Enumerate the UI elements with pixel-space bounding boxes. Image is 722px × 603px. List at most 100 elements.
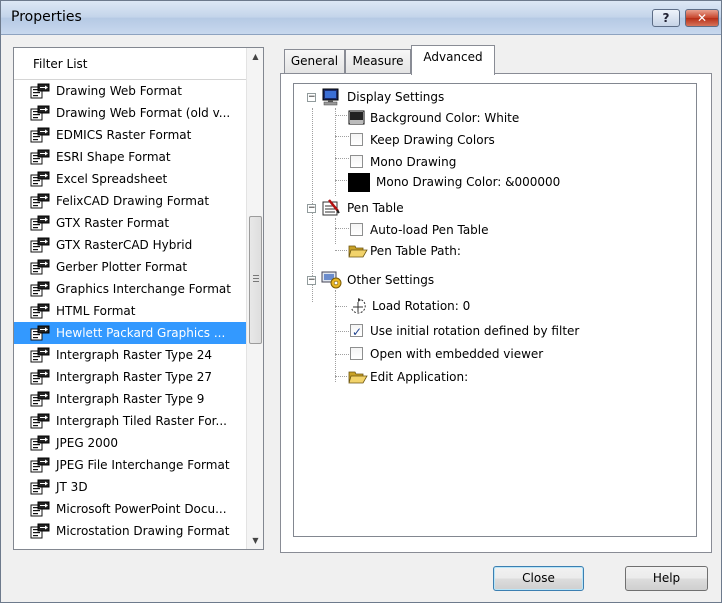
filter-list-item[interactable]: Intergraph Raster Type 27: [14, 366, 246, 388]
tree-node-pen-table[interactable]: − Pen Table: [294, 198, 674, 218]
filter-list-item-label: GTX Raster Format: [56, 216, 170, 230]
tree-item-mono-drawing-color[interactable]: Mono Drawing Color: &000000: [294, 172, 674, 192]
filter-list-item[interactable]: GTX Raster Format: [14, 212, 246, 234]
tab-measure[interactable]: Measure: [345, 49, 411, 74]
mono-drawing-label: Mono Drawing: [370, 155, 457, 169]
document-format-icon: [30, 391, 50, 407]
tree-item-load-rotation[interactable]: Load Rotation: 0: [294, 296, 674, 316]
filter-list-item[interactable]: FelixCAD Drawing Format: [14, 190, 246, 212]
filter-list-item[interactable]: HTML Format: [14, 300, 246, 322]
filter-list-item[interactable]: Hewlett Packard Graphics ...: [14, 322, 246, 344]
filter-list-item[interactable]: GTX RasterCAD Hybrid: [14, 234, 246, 256]
tree-item-background-color[interactable]: Background Color: White: [294, 108, 674, 128]
auto-load-pen-table-label: Auto-load Pen Table: [370, 223, 489, 237]
filter-list-item[interactable]: JPEG 2000: [14, 432, 246, 454]
document-format-icon: [30, 457, 50, 473]
close-icon-button[interactable]: ✕: [685, 9, 719, 27]
filter-list-item-label: Intergraph Tiled Raster For...: [56, 414, 227, 428]
filter-list-item[interactable]: Gerber Plotter Format: [14, 256, 246, 278]
document-format-icon: [30, 215, 50, 231]
filter-list-item[interactable]: Microsoft PowerPoint Docu...: [14, 498, 246, 520]
tab-advanced[interactable]: Advanced: [411, 45, 495, 75]
tree-item-open-embedded-viewer[interactable]: Open with embedded viewer: [294, 344, 674, 364]
properties-dialog: Properties ? ✕ Filter List Drawing Web F…: [0, 0, 722, 603]
filter-list-item-label: Microsoft PowerPoint Docu...: [56, 502, 227, 516]
filter-list-item[interactable]: ESRI Shape Format: [14, 146, 246, 168]
filter-list-item-label: EDMICS Raster Format: [56, 128, 192, 142]
document-format-icon: [30, 171, 50, 187]
tree-item-keep-drawing-colors[interactable]: Keep Drawing Colors: [294, 130, 674, 150]
help-icon-button[interactable]: ?: [652, 9, 680, 27]
tab-general[interactable]: General: [284, 49, 345, 74]
pen-table-path-label: Pen Table Path:: [370, 244, 461, 258]
collapse-icon[interactable]: −: [307, 276, 316, 285]
filter-list-item-label: JPEG File Interchange Format: [56, 458, 230, 472]
tree-item-auto-load-pen-table[interactable]: Auto-load Pen Table: [294, 220, 674, 240]
filter-list-item[interactable]: EDMICS Raster Format: [14, 124, 246, 146]
filter-list-item-label: Intergraph Raster Type 24: [56, 348, 213, 362]
filter-list-item-label: Gerber Plotter Format: [56, 260, 188, 274]
document-format-icon: [30, 83, 50, 99]
tree-node-display-settings[interactable]: − Display Settings: [294, 87, 674, 107]
tree-item-edit-application[interactable]: Edit Application:: [294, 367, 674, 387]
tree-node-other-settings[interactable]: − Other Settings: [294, 270, 674, 290]
document-format-icon: [30, 105, 50, 121]
filter-list-header[interactable]: Filter List: [14, 48, 246, 80]
document-format-icon: [30, 347, 50, 363]
collapse-icon[interactable]: −: [307, 93, 316, 102]
filter-list-item[interactable]: Drawing Web Format (old v...: [14, 102, 246, 124]
keep-drawing-colors-label: Keep Drawing Colors: [370, 133, 495, 147]
close-button[interactable]: Close: [493, 566, 584, 591]
document-format-icon: [30, 325, 50, 341]
filter-list-item[interactable]: Intergraph Raster Type 24: [14, 344, 246, 366]
document-format-icon: [30, 413, 50, 429]
filter-list-item[interactable]: JPEG File Interchange Format: [14, 454, 246, 476]
settings-tree: − Display Settings Background Color: Whi…: [293, 83, 697, 537]
filter-list-item-label: Microstation Drawing Format: [56, 524, 230, 538]
mono-color-swatch: [348, 173, 370, 192]
document-format-icon: [30, 369, 50, 385]
scroll-up-arrow-icon[interactable]: ▲: [247, 48, 263, 65]
auto-load-pen-table-checkbox[interactable]: [350, 223, 363, 236]
filter-list-item[interactable]: Drawing Web Format: [14, 80, 246, 102]
filter-list-item[interactable]: JT 3D: [14, 476, 246, 498]
help-button[interactable]: Help: [625, 566, 708, 591]
use-initial-rotation-checkbox[interactable]: [350, 322, 363, 342]
filter-list-item-label: Intergraph Raster Type 27: [56, 370, 213, 384]
load-rotation-label: Load Rotation: 0: [372, 299, 471, 313]
filter-list-item-label: ESRI Shape Format: [56, 150, 171, 164]
tree-item-use-initial-rotation[interactable]: Use initial rotation defined by filter: [294, 321, 674, 342]
tree-item-mono-drawing[interactable]: Mono Drawing: [294, 152, 674, 172]
document-format-icon: [30, 281, 50, 297]
tree-item-pen-table-path[interactable]: Pen Table Path:: [294, 241, 674, 261]
document-format-icon: [30, 523, 50, 539]
filter-list-item[interactable]: Intergraph Tiled Raster For...: [14, 410, 246, 432]
filter-list-item-label: Intergraph Raster Type 9: [56, 392, 205, 406]
mono-drawing-color-label: Mono Drawing Color: &000000: [376, 175, 561, 189]
document-format-icon: [30, 479, 50, 495]
filter-list-item-label: HTML Format: [56, 304, 136, 318]
filter-list-item[interactable]: Intergraph Raster Type 9: [14, 388, 246, 410]
open-embedded-viewer-checkbox[interactable]: [350, 347, 363, 360]
document-format-icon: [30, 259, 50, 275]
filter-list-item[interactable]: Excel Spreadsheet: [14, 168, 246, 190]
document-format-icon: [30, 435, 50, 451]
filter-list-item[interactable]: Microstation Drawing Format: [14, 520, 246, 542]
background-color-label: Background Color: White: [370, 111, 520, 125]
filter-list-item-label: Hewlett Packard Graphics ...: [56, 326, 226, 340]
collapse-icon[interactable]: −: [307, 204, 316, 213]
pen-table-label: Pen Table: [347, 201, 404, 215]
keep-drawing-colors-checkbox[interactable]: [350, 133, 363, 146]
document-format-icon: [30, 127, 50, 143]
filter-list-item-label: JPEG 2000: [56, 436, 119, 450]
filter-list-scrollbar[interactable]: ▲ ▼: [246, 48, 263, 549]
title-bar[interactable]: Properties ? ✕: [1, 1, 721, 35]
folder-open-icon: [348, 371, 368, 384]
filter-list-item[interactable]: Graphics Interchange Format: [14, 278, 246, 300]
color-swatch-icon: [348, 110, 365, 125]
filter-list-item-label: Excel Spreadsheet: [56, 172, 168, 186]
display-settings-label: Display Settings: [347, 90, 445, 104]
mono-drawing-checkbox[interactable]: [350, 155, 363, 168]
scroll-thumb[interactable]: [249, 216, 262, 344]
scroll-down-arrow-icon[interactable]: ▼: [247, 532, 263, 549]
